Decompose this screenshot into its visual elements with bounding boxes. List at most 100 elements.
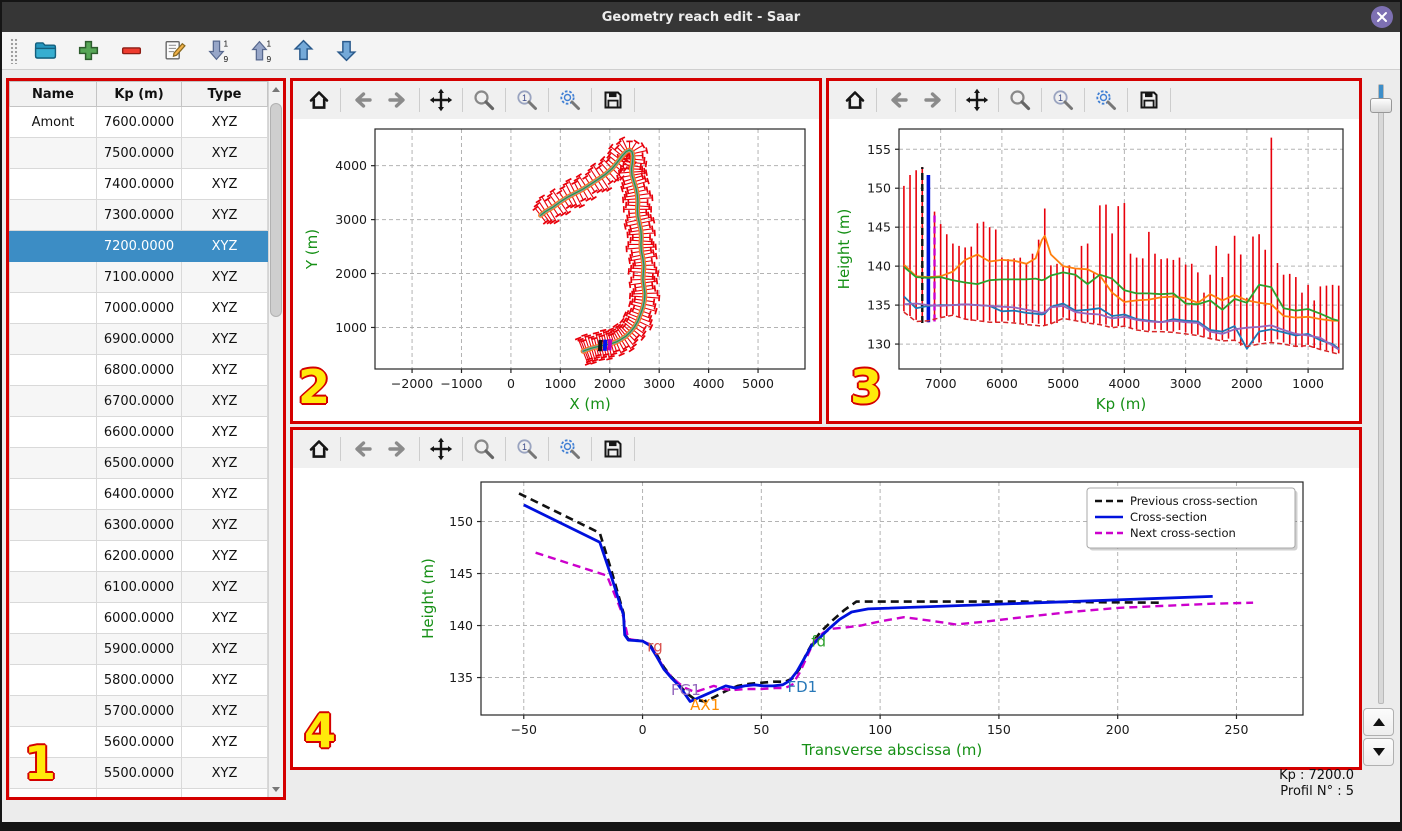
svg-text:3000: 3000: [643, 376, 675, 391]
svg-text:150: 150: [867, 181, 891, 196]
next-profile-button[interactable]: [1363, 738, 1394, 766]
table-scrollbar[interactable]: [268, 81, 283, 797]
table-row[interactable]: 7400.0000 XYZ: [9, 168, 268, 200]
edit-profile-button[interactable]: [160, 36, 190, 66]
svg-text:AX1: AX1: [690, 696, 720, 714]
forward-button[interactable]: [916, 85, 952, 115]
move-down-button[interactable]: [332, 36, 362, 66]
plan-view-chart[interactable]: −2000 −1000 0 1000 2000 3000 4000 5000 1000 2000 3…: [293, 119, 819, 421]
svg-text:145: 145: [449, 566, 473, 581]
column-header-name[interactable]: Name: [9, 81, 97, 107]
longitudinal-profile-chart[interactable]: 7000 6000 5000 4000 3000 2000 1000 130 135 140 145…: [829, 119, 1359, 421]
table-row[interactable]: 7100.0000 XYZ: [9, 261, 268, 293]
sort-descending-icon: 1 9: [208, 38, 229, 63]
svg-text:FD1: FD1: [787, 678, 817, 696]
annotation-mark-4: 4: [304, 704, 337, 758]
zoom-extent-icon: [1096, 90, 1116, 110]
table-row[interactable]: 6100.0000 XYZ: [9, 571, 268, 603]
add-profile-button[interactable]: [74, 36, 104, 66]
table-scrollbar-handle[interactable]: [270, 103, 282, 317]
svg-text:6000: 6000: [986, 376, 1018, 391]
zoom-icon: [474, 439, 495, 460]
sort-descending-button[interactable]: 1 9: [203, 36, 233, 66]
zoom-one-button[interactable]: 1: [1045, 85, 1081, 115]
profile-slider-groove[interactable]: [1378, 84, 1384, 704]
profiles-table[interactable]: Name Kp (m) Type Amont 7600.0000 XYZ 7500.0…: [9, 81, 268, 797]
column-header-type[interactable]: Type: [181, 81, 268, 107]
forward-icon: [924, 92, 941, 108]
titlebar[interactable]: Geometry reach edit - Saar: [2, 2, 1400, 32]
save-icon: [604, 440, 622, 458]
home-button[interactable]: [301, 85, 337, 115]
forward-button[interactable]: [380, 85, 416, 115]
pan-button[interactable]: [959, 85, 995, 115]
save-button[interactable]: [1131, 85, 1167, 115]
svg-text:Next cross-section: Next cross-section: [1130, 526, 1236, 540]
save-button[interactable]: [595, 85, 631, 115]
zoom-button[interactable]: [466, 434, 502, 464]
back-icon: [355, 92, 372, 108]
forward-button[interactable]: [380, 434, 416, 464]
home-icon: [309, 91, 329, 109]
cross-section-chart[interactable]: rgFG1AX1FD1fd−50 0 50 100 150 200 250135140145…: [293, 468, 1359, 767]
svg-text:1: 1: [1058, 93, 1063, 103]
zoom-extent-icon: [560, 90, 580, 110]
table-row[interactable]: 6800.0000 XYZ: [9, 354, 268, 386]
table-row[interactable]: 5700.0000 XYZ: [9, 695, 268, 727]
zoom-one-button[interactable]: 1: [509, 85, 545, 115]
table-row[interactable]: 7300.0000 XYZ: [9, 199, 268, 231]
svg-text:135: 135: [867, 298, 891, 313]
svg-text:Y (m): Y (m): [303, 229, 321, 270]
profile-slider-handle[interactable]: [1370, 98, 1392, 113]
move-up-icon: [293, 39, 314, 61]
open-file-button[interactable]: [31, 36, 61, 66]
sort-ascending-button[interactable]: 1 9: [246, 36, 276, 66]
table-row[interactable]: 5800.0000 XYZ: [9, 664, 268, 696]
back-button[interactable]: [344, 85, 380, 115]
scrollbar-up-icon[interactable]: [269, 81, 283, 97]
zoom-extent-button[interactable]: [1088, 85, 1124, 115]
zoom-icon: [474, 90, 495, 111]
pan-button[interactable]: [423, 434, 459, 464]
table-row[interactable]: 6600.0000 XYZ: [9, 416, 268, 448]
table-row[interactable]: 7500.0000 XYZ: [9, 137, 268, 169]
save-button[interactable]: [595, 434, 631, 464]
app-toolbar: 1 9 1 9: [2, 32, 1400, 70]
table-row[interactable]: 6900.0000 XYZ: [9, 323, 268, 355]
home-button[interactable]: [837, 85, 873, 115]
table-row[interactable]: 6000.0000 XYZ: [9, 602, 268, 634]
close-button[interactable]: [1371, 6, 1393, 28]
table-row[interactable]: 6700.0000 XYZ: [9, 385, 268, 417]
remove-profile-button[interactable]: [117, 36, 147, 66]
table-row[interactable]: 7200.0000 XYZ: [9, 230, 268, 262]
back-button[interactable]: [880, 85, 916, 115]
home-icon: [309, 440, 329, 458]
back-button[interactable]: [344, 434, 380, 464]
table-row[interactable]: 6400.0000 XYZ: [9, 478, 268, 510]
zoom-button[interactable]: [1002, 85, 1038, 115]
previous-profile-button[interactable]: [1363, 708, 1394, 736]
svg-text:Height (m): Height (m): [835, 209, 853, 290]
profile-slider[interactable]: [1368, 84, 1392, 704]
table-row[interactable]: Amont 7600.0000 XYZ: [9, 106, 268, 138]
move-up-button[interactable]: [289, 36, 319, 66]
zoom-button[interactable]: [466, 85, 502, 115]
zoom-extent-button[interactable]: [552, 85, 588, 115]
toolbar-grip[interactable]: [10, 37, 18, 64]
table-row[interactable]: 6500.0000 XYZ: [9, 447, 268, 479]
svg-text:−2000: −2000: [391, 376, 433, 391]
scrollbar-down-icon[interactable]: [269, 781, 283, 797]
table-row[interactable]: 5900.0000 XYZ: [9, 633, 268, 665]
column-header-kp[interactable]: Kp (m): [96, 81, 182, 107]
zoom-extent-button[interactable]: [552, 434, 588, 464]
home-button[interactable]: [301, 434, 337, 464]
svg-text:5000: 5000: [1047, 376, 1079, 391]
table-row[interactable]: 7000.0000 XYZ: [9, 292, 268, 324]
back-icon: [355, 441, 372, 457]
table-row[interactable]: 6300.0000 XYZ: [9, 509, 268, 541]
pan-button[interactable]: [423, 85, 459, 115]
status-readout: Kp : 7200.0 Profil N° : 5: [1279, 768, 1354, 800]
table-row[interactable]: 6200.0000 XYZ: [9, 540, 268, 572]
zoom-one-button[interactable]: 1: [509, 434, 545, 464]
svg-text:3000: 3000: [1170, 376, 1202, 391]
